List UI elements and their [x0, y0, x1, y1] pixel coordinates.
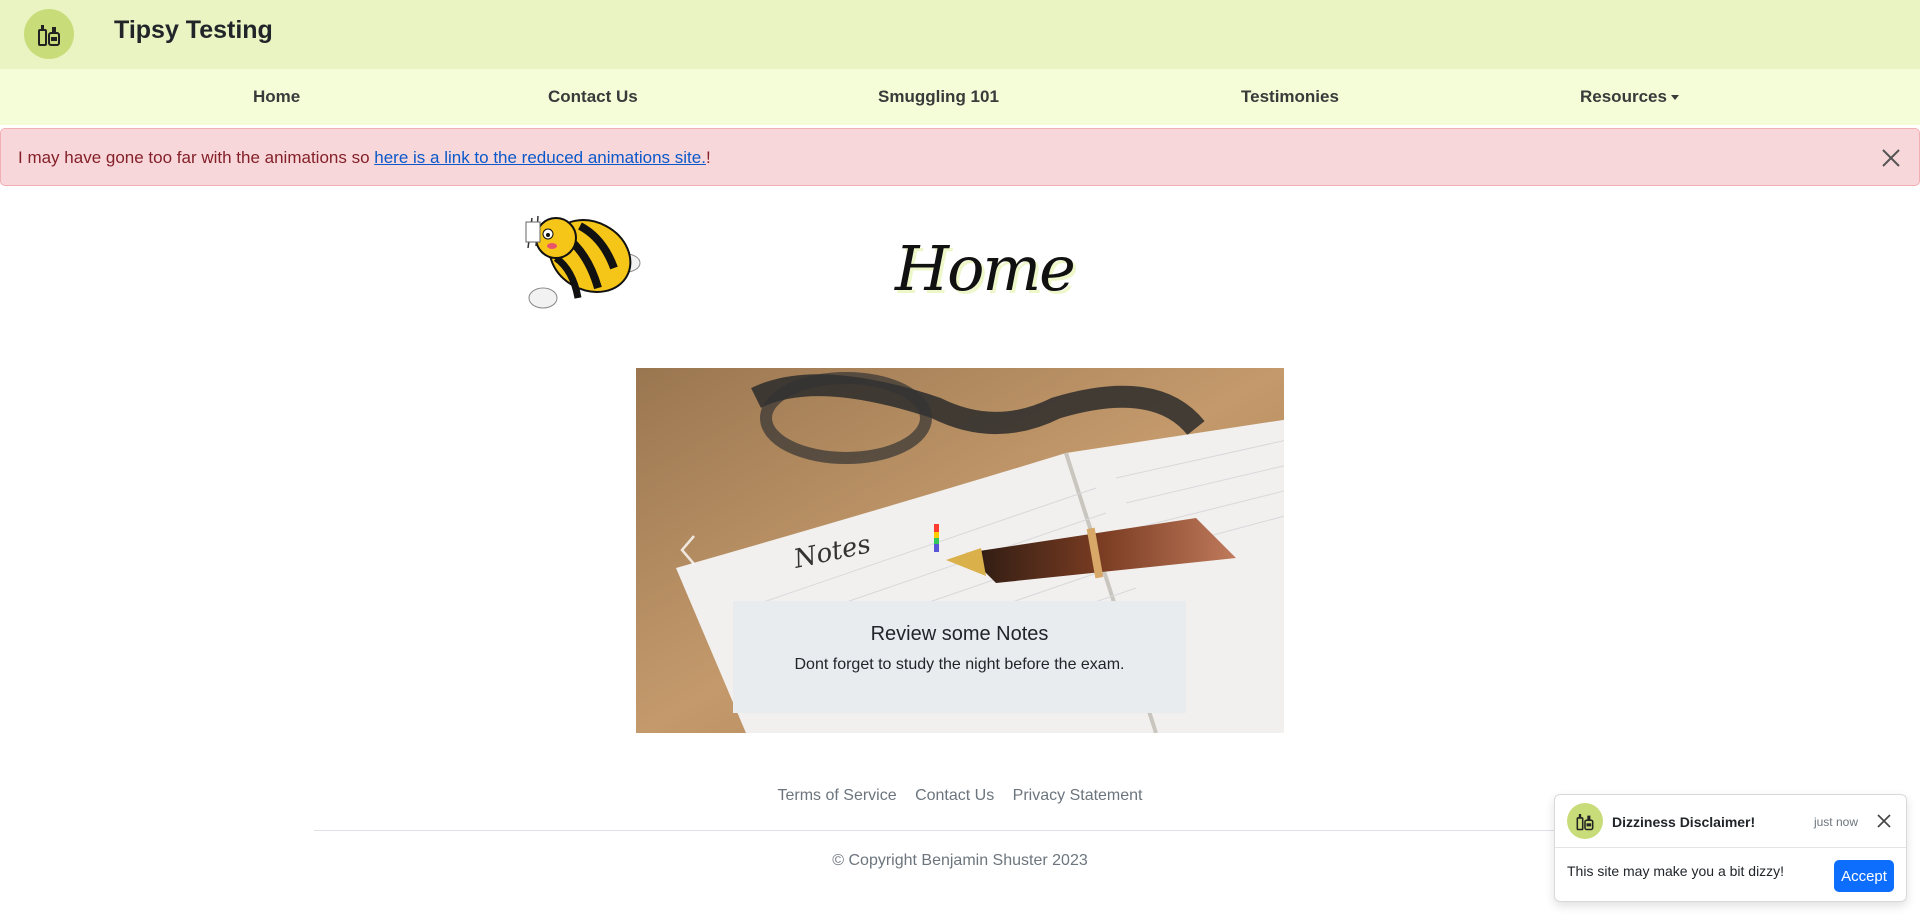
nav-item-testimonies[interactable]: Testimonies — [1241, 87, 1339, 107]
alert-suffix: ! — [705, 148, 711, 167]
toast-timestamp: just now — [1813, 815, 1858, 829]
bottles-icon — [1567, 803, 1603, 839]
caption-title: Review some Notes — [870, 623, 1049, 645]
accept-button[interactable]: Accept — [1834, 860, 1894, 892]
main-nav: Home Contact Us Smuggling 101 Testimonie… — [0, 69, 1920, 125]
brand-title[interactable]: Tipsy Testing — [114, 16, 273, 45]
caption-text: Dont forget to study the night before th… — [794, 656, 1125, 673]
alert-message: I may have gone too far with the animati… — [18, 148, 711, 168]
nav-item-contact-us[interactable]: Contact Us — [548, 87, 638, 107]
carousel-caption: Review some Notes Dont forget to study t… — [733, 601, 1186, 713]
carousel[interactable]: Notes Review some Notes Dont forget to s… — [636, 368, 1284, 733]
toast-message: This site may make you a bit dizzy! — [1567, 863, 1785, 879]
nav-item-smuggling-101[interactable]: Smuggling 101 — [878, 87, 999, 107]
footer-link-contact[interactable]: Contact Us — [915, 787, 994, 804]
close-icon[interactable] — [1880, 147, 1902, 169]
reduced-animations-link[interactable]: here is a link to the reduced animations… — [374, 148, 706, 167]
toast-title: Dizziness Disclaimer! — [1612, 814, 1756, 830]
chevron-left-icon[interactable] — [676, 533, 700, 567]
bottles-icon[interactable] — [24, 9, 74, 59]
nav-item-resources-dropdown[interactable]: Resources — [1580, 87, 1679, 107]
bee-icon — [525, 215, 641, 309]
footer-link-terms[interactable]: Terms of Service — [777, 787, 896, 804]
alert-prefix: I may have gone too far with the animati… — [18, 148, 375, 167]
nav-item-resources-label: Resources — [1580, 87, 1667, 106]
dizziness-toast: Dizziness Disclaimer! just now This site… — [1554, 794, 1907, 902]
footer-divider — [314, 830, 1606, 831]
brand-bar: Tipsy Testing — [0, 0, 1920, 69]
animation-alert: I may have gone too far with the animati… — [0, 128, 1920, 186]
toast-header: Dizziness Disclaimer! just now — [1555, 795, 1906, 848]
nav-item-home[interactable]: Home — [253, 87, 300, 107]
page-title: Home — [895, 232, 1076, 305]
caret-down-icon — [1670, 95, 1679, 101]
footer-link-privacy[interactable]: Privacy Statement — [1013, 787, 1143, 804]
close-icon[interactable] — [1876, 813, 1892, 829]
